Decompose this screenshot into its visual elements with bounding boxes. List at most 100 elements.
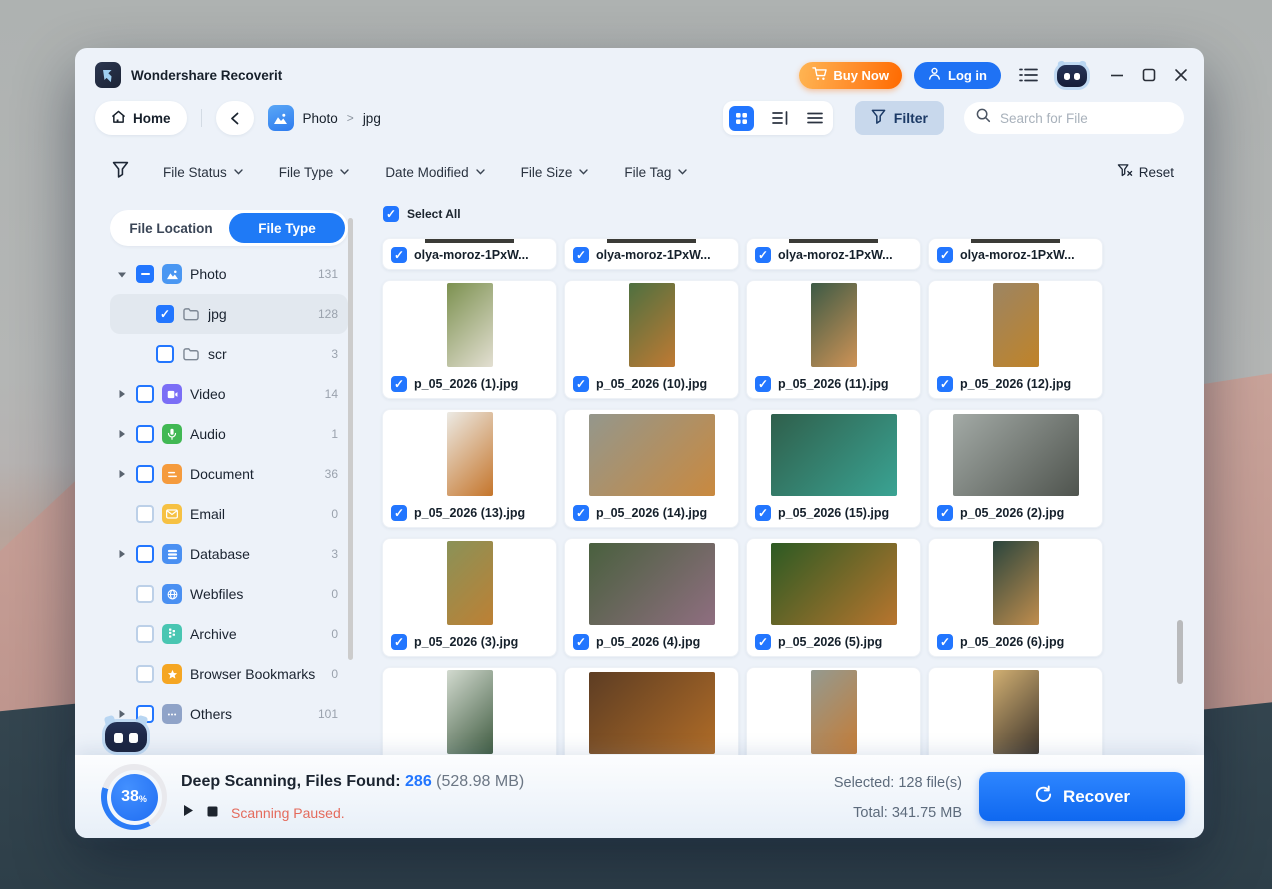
file-checkbox[interactable] [391,505,407,521]
file-name: p_05_2026 (4).jpg [596,635,700,649]
tree-item-audio[interactable]: Audio1 [110,414,348,454]
file-card[interactable]: olya-moroz-1PxW... [382,238,557,270]
file-checkbox[interactable] [937,505,953,521]
caret-down-icon[interactable] [116,270,128,279]
grid-view-icon[interactable] [729,106,763,131]
tree-checkbox[interactable] [136,545,154,563]
file-checkbox[interactable] [391,247,407,263]
caret-right-icon[interactable] [116,429,128,439]
select-all[interactable]: Select All [383,206,461,222]
file-card[interactable]: p_05_2026 (12).jpg [928,280,1103,399]
file-checkbox[interactable] [391,634,407,650]
recover-button[interactable]: Recover [979,772,1185,821]
tree-item-jpg[interactable]: jpg128 [110,294,348,334]
filter-dropdown-date-modified[interactable]: Date Modified [385,165,484,180]
sidebar-scrollbar[interactable] [348,218,353,660]
filter-button[interactable]: Filter [855,101,944,135]
resume-scan-button[interactable] [183,804,194,822]
file-checkbox[interactable] [755,505,771,521]
robot-assistant-icon[interactable] [1056,61,1088,89]
tree-item-document[interactable]: Document36 [110,454,348,494]
maximize-icon[interactable] [1142,68,1156,82]
detail-view-icon[interactable] [763,111,798,125]
tree-checkbox[interactable] [136,625,154,643]
stop-scan-button[interactable] [207,804,218,822]
menu-list-icon[interactable] [1019,67,1038,83]
tree-item-photo[interactable]: Photo131 [110,254,348,294]
back-button[interactable] [216,101,254,135]
buy-now-button[interactable]: Buy Now [799,62,902,89]
filter-dropdown-file-tag[interactable]: File Tag [624,165,687,180]
file-checkbox[interactable] [937,247,953,263]
file-card[interactable]: olya-moroz-1PxW... [564,238,739,270]
file-card[interactable] [382,667,557,755]
breadcrumb-root[interactable]: Photo [303,111,338,126]
bookmarks-icon [162,664,182,684]
search-input[interactable] [1000,111,1177,126]
minimize-icon[interactable] [1110,68,1124,82]
tree-item-count: 36 [325,467,338,481]
select-all-checkbox[interactable] [383,206,399,222]
file-card[interactable]: p_05_2026 (5).jpg [746,538,921,657]
robot-assistant-icon[interactable] [103,716,149,756]
file-card[interactable]: p_05_2026 (11).jpg [746,280,921,399]
file-checkbox[interactable] [755,247,771,263]
file-checkbox[interactable] [755,634,771,650]
file-card[interactable]: p_05_2026 (4).jpg [564,538,739,657]
file-card[interactable]: p_05_2026 (15).jpg [746,409,921,528]
file-card[interactable]: p_05_2026 (1).jpg [382,280,557,399]
file-card[interactable]: p_05_2026 (13).jpg [382,409,557,528]
caret-right-icon[interactable] [116,549,128,559]
tree-item-scr[interactable]: scr3 [110,334,348,374]
tree-item-video[interactable]: Video14 [110,374,348,414]
tree-item-database[interactable]: Database3 [110,534,348,574]
tree-checkbox[interactable] [136,385,154,403]
photo-icon [162,264,182,284]
file-checkbox[interactable] [391,376,407,392]
tree-checkbox[interactable] [136,425,154,443]
tree-checkbox[interactable] [136,465,154,483]
tree-checkbox[interactable] [156,305,174,323]
login-button[interactable]: Log in [914,62,1001,89]
file-checkbox[interactable] [937,376,953,392]
tree-item-email[interactable]: Email0 [110,494,348,534]
tree-checkbox[interactable] [136,665,154,683]
file-checkbox[interactable] [573,634,589,650]
file-card[interactable]: olya-moroz-1PxW... [746,238,921,270]
filter-dropdown-file-status[interactable]: File Status [163,165,243,180]
file-checkbox[interactable] [573,376,589,392]
file-card[interactable]: olya-moroz-1PxW... [928,238,1103,270]
caret-right-icon[interactable] [116,389,128,399]
filter-dropdown-file-type[interactable]: File Type [279,165,350,180]
file-card[interactable] [746,667,921,755]
file-checkbox[interactable] [573,247,589,263]
tree-checkbox[interactable] [136,265,154,283]
tree-item-browser-bookmarks[interactable]: Browser Bookmarks0 [110,654,348,694]
content-scrollbar[interactable] [1177,620,1183,684]
file-card[interactable]: p_05_2026 (2).jpg [928,409,1103,528]
tree-item-webfiles[interactable]: Webfiles0 [110,574,348,614]
caret-right-icon[interactable] [116,469,128,479]
file-card[interactable]: p_05_2026 (14).jpg [564,409,739,528]
file-checkbox[interactable] [937,634,953,650]
home-button[interactable]: Home [95,101,187,135]
file-checkbox[interactable] [755,376,771,392]
file-name: p_05_2026 (1).jpg [414,377,518,391]
tree-checkbox[interactable] [156,345,174,363]
file-card[interactable] [928,667,1103,755]
file-card[interactable] [564,667,739,755]
tree-checkbox[interactable] [136,585,154,603]
tree-checkbox[interactable] [136,505,154,523]
search-box[interactable] [964,102,1184,134]
tab-file-location[interactable]: File Location [113,213,229,243]
tab-file-type[interactable]: File Type [229,213,345,243]
file-card[interactable]: p_05_2026 (3).jpg [382,538,557,657]
file-checkbox[interactable] [573,505,589,521]
file-card[interactable]: p_05_2026 (10).jpg [564,280,739,399]
tree-item-archive[interactable]: Archive0 [110,614,348,654]
close-icon[interactable] [1174,68,1188,82]
filter-dropdown-file-size[interactable]: File Size [521,165,589,180]
list-view-icon[interactable] [798,112,827,124]
reset-filters-button[interactable]: Reset [1117,163,1174,182]
file-card[interactable]: p_05_2026 (6).jpg [928,538,1103,657]
